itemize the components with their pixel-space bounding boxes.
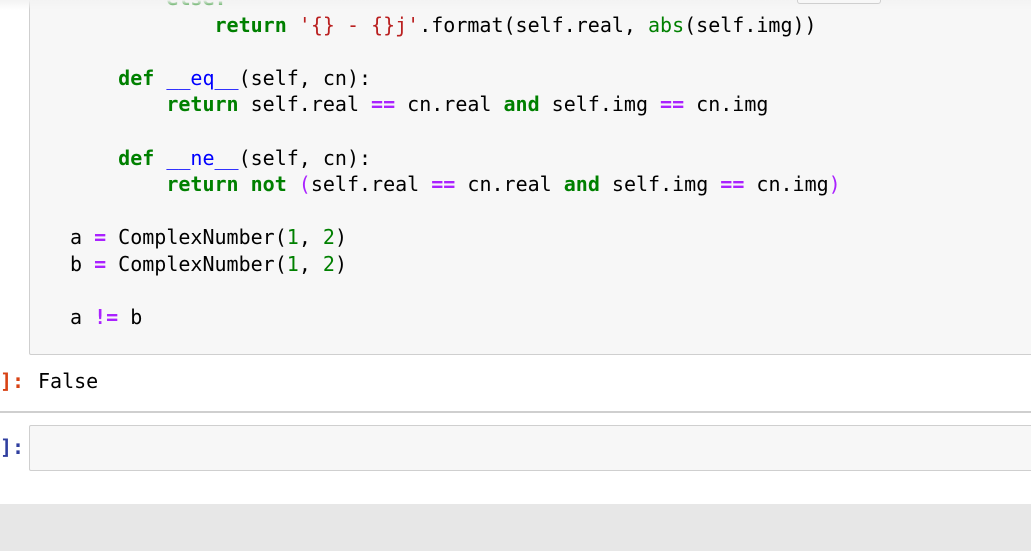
empty-code-cell[interactable] xyxy=(29,425,1031,471)
code-token: 1 xyxy=(286,252,299,276)
code-token: b xyxy=(70,252,95,276)
code-token: def xyxy=(118,65,155,90)
code-token: a xyxy=(70,305,95,330)
cell-separator xyxy=(0,411,1031,413)
code-token: (self, cn): xyxy=(238,145,372,170)
code-line: def __eq__(self, cn): xyxy=(70,65,371,91)
code-line: a != b xyxy=(70,304,142,330)
code-token: b xyxy=(118,305,143,330)
code-token: cn.img xyxy=(684,92,769,117)
code-token: cn.real xyxy=(455,172,564,197)
code-token: cn.real xyxy=(395,92,504,117)
code-token: self.img xyxy=(599,172,721,197)
output-prompt: ]: xyxy=(0,369,25,393)
code-token: != xyxy=(94,305,119,330)
code-token: 2 xyxy=(322,225,335,250)
code-token: a xyxy=(70,225,95,250)
code-token: (self, cn): xyxy=(238,65,372,90)
code-token: , xyxy=(298,252,323,276)
code-token: self.real xyxy=(310,172,432,197)
code-token: return xyxy=(166,172,239,197)
code-token: ) xyxy=(334,225,347,250)
code-line: return self.real == cn.real and self.img… xyxy=(70,91,768,117)
code-token: == xyxy=(431,172,456,197)
code-token: return xyxy=(214,12,287,37)
code-token: ComplexNumber( xyxy=(106,225,287,250)
code-line: return '{} - {}j'.format(self.real, abs(… xyxy=(70,12,817,38)
code-token: not xyxy=(250,172,287,197)
code-token: self.real xyxy=(238,92,372,117)
code-cell-input[interactable]: else: return '{} - {}j'.format(self.real… xyxy=(29,0,1031,355)
code-token: , xyxy=(298,225,323,250)
code-token: .format(self.real, xyxy=(419,12,648,37)
code-token: ) xyxy=(334,252,347,276)
code-token: 1 xyxy=(286,225,299,250)
code-token: = xyxy=(94,225,107,250)
code-token: ( xyxy=(298,172,311,197)
code-line: b = ComplexNumber(1, 2) xyxy=(70,251,347,277)
code-line: return not (self.real == cn.real and sel… xyxy=(70,171,841,197)
output-value: False xyxy=(38,369,99,393)
code-token: def xyxy=(118,145,155,170)
notebook-area: else: return '{} - {}j'.format(self.real… xyxy=(0,0,1031,504)
code-token: return xyxy=(166,92,239,117)
code-token: ComplexNumber( xyxy=(106,252,287,276)
code-token: (self.img)) xyxy=(684,12,817,37)
input-prompt: ]: xyxy=(0,435,25,459)
code-token: ) xyxy=(828,172,841,197)
code-token: __ne__ xyxy=(166,145,239,170)
code-token: cn.img xyxy=(744,172,829,197)
code-token: == xyxy=(371,92,396,117)
code-token: '{} - {}j' xyxy=(298,12,420,37)
code-token: == xyxy=(720,172,745,197)
code-token: and xyxy=(563,172,600,197)
code-token: == xyxy=(660,92,685,117)
code-token: and xyxy=(503,92,540,117)
code-token: __eq__ xyxy=(166,65,239,90)
code-line: a = ComplexNumber(1, 2) xyxy=(70,224,347,250)
toolbar-button[interactable] xyxy=(797,0,881,4)
code-line: def __ne__(self, cn): xyxy=(70,145,371,171)
code-token: abs xyxy=(648,12,685,37)
code-token: 2 xyxy=(322,252,335,276)
code-token: = xyxy=(94,252,107,276)
code-token: self.img xyxy=(539,92,661,117)
